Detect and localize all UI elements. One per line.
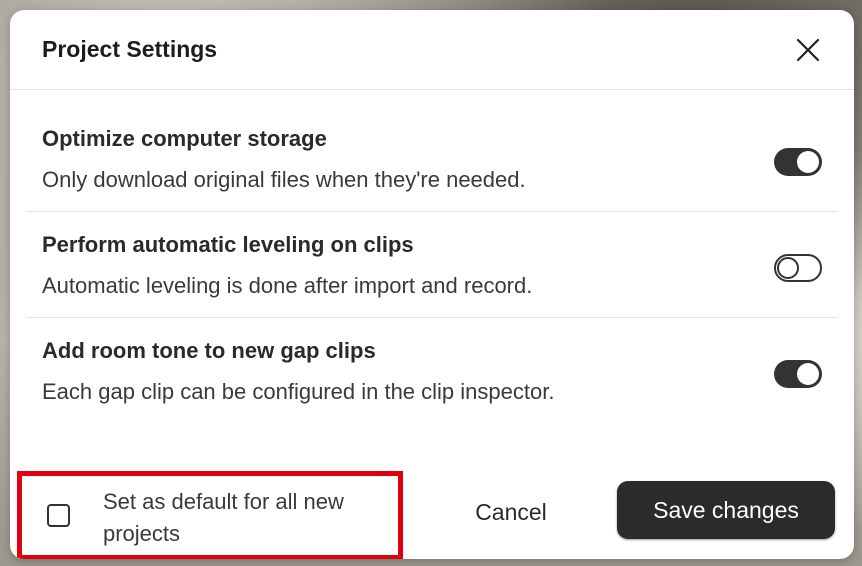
dialog-title: Project Settings — [42, 36, 218, 62]
close-button[interactable] — [794, 36, 822, 64]
project-settings-dialog: Project Settings Optimize computer stora… — [10, 10, 854, 559]
automatic-leveling-toggle[interactable] — [774, 254, 822, 282]
room-tone-toggle[interactable] — [774, 360, 822, 388]
dialog-header: Project Settings — [10, 10, 854, 90]
setting-title: Add room tone to new gap clips — [42, 338, 376, 363]
toggle-knob — [777, 257, 799, 279]
optimize-storage-toggle[interactable] — [774, 148, 822, 176]
setting-title: Optimize computer storage — [42, 126, 327, 151]
setting-description: Automatic leveling is done after import … — [42, 273, 533, 298]
setting-description: Each gap clip can be configured in the c… — [42, 379, 555, 404]
toggle-knob — [797, 363, 819, 385]
cancel-button[interactable]: Cancel — [452, 492, 570, 532]
settings-list: Optimize computer storage Only download … — [26, 106, 838, 424]
save-changes-button[interactable]: Save changes — [617, 481, 835, 539]
setting-optimize-storage: Optimize computer storage Only download … — [26, 106, 838, 212]
setting-description: Only download original files when they'r… — [42, 167, 526, 192]
default-checkbox[interactable] — [47, 504, 70, 527]
default-checkbox-label[interactable]: Set as default for all new projects — [103, 486, 393, 550]
default-option-highlight: Set as default for all new projects — [17, 471, 403, 559]
setting-automatic-leveling: Perform automatic leveling on clips Auto… — [26, 212, 838, 318]
close-icon — [796, 38, 820, 62]
setting-title: Perform automatic leveling on clips — [42, 232, 414, 257]
setting-room-tone: Add room tone to new gap clips Each gap … — [26, 318, 838, 424]
toggle-knob — [797, 151, 819, 173]
